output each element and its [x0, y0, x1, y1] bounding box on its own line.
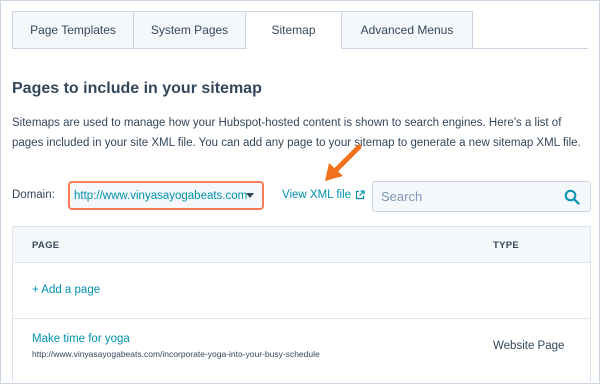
- table-header: PAGE TYPE: [13, 227, 590, 263]
- column-header-page[interactable]: PAGE: [32, 240, 59, 251]
- domain-label: Domain:: [12, 189, 55, 201]
- tab-label: Advanced Menus: [360, 23, 454, 37]
- search-input[interactable]: [373, 182, 558, 211]
- tab-sitemap[interactable]: Sitemap: [246, 11, 342, 49]
- table-row: Make time for yoga http://www.vinyasayog…: [13, 319, 590, 384]
- external-link-icon: [355, 190, 365, 200]
- search-box: [372, 181, 591, 212]
- view-xml-file-link[interactable]: View XML file: [282, 189, 365, 201]
- tab-bar: Page Templates System Pages Sitemap Adva…: [12, 11, 473, 49]
- page-title-link[interactable]: Make time for yoga: [32, 333, 130, 345]
- view-xml-file-label: View XML file: [282, 189, 352, 201]
- add-page-button[interactable]: + Add a page: [32, 284, 100, 296]
- page-title: Pages to include in your sitemap: [12, 80, 262, 97]
- domain-value: http://www.vinyasayogabeats.com: [74, 189, 248, 202]
- domain-dropdown[interactable]: http://www.vinyasayogabeats.com: [68, 181, 264, 210]
- active-tab-gap: [247, 48, 341, 49]
- tab-label: Sitemap: [271, 23, 316, 37]
- callout-arrow-icon: [325, 144, 362, 181]
- search-icon[interactable]: [564, 189, 580, 205]
- chevron-down-icon: [246, 193, 254, 198]
- tab-page-templates[interactable]: Page Templates: [12, 11, 134, 49]
- tab-system-pages[interactable]: System Pages: [134, 11, 246, 49]
- page-description: Sitemaps are used to manage how your Hub…: [12, 117, 581, 149]
- page-type: Website Page: [493, 340, 565, 352]
- page-url: http://www.vinyasayogabeats.com/incorpor…: [32, 349, 320, 359]
- tab-label: Page Templates: [30, 23, 116, 37]
- column-header-type[interactable]: TYPE: [493, 240, 519, 251]
- tab-advanced-menus[interactable]: Advanced Menus: [342, 11, 473, 49]
- app-frame: Page Templates System Pages Sitemap Adva…: [0, 0, 600, 384]
- tab-label: System Pages: [150, 23, 229, 37]
- add-page-row: + Add a page: [13, 263, 590, 319]
- sitemap-table: PAGE TYPE + Add a page Make time for yog…: [12, 226, 591, 384]
